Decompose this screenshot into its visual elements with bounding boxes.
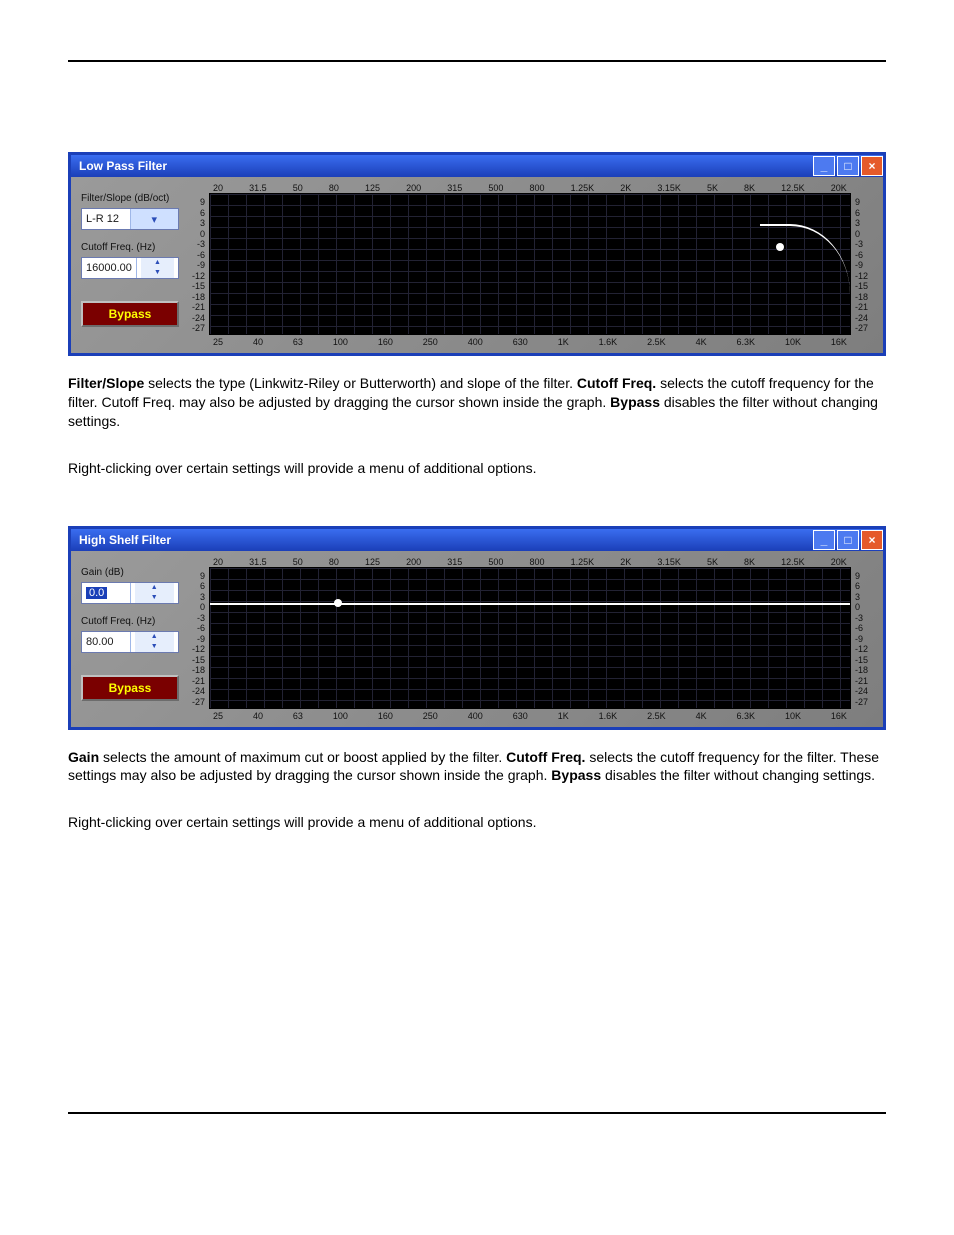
drag-cursor-icon[interactable]	[334, 599, 342, 607]
cutoff-value: 80.00	[82, 636, 130, 648]
low-pass-desc-1: Filter/Slope selects the type (Linkwitz-…	[68, 374, 886, 431]
cutoff-label: Cutoff Freq. (Hz)	[81, 616, 179, 627]
low-pass-graph: 9630-3-6-9-12-15-18-21-24-27 2031.550801…	[183, 183, 877, 347]
cutoff-label: Cutoff Freq. (Hz)	[81, 242, 179, 253]
y-axis-right: 9630-3-6-9-12-15-18-21-24-27	[855, 183, 877, 347]
close-icon[interactable]: ×	[861, 156, 883, 176]
spin-down-icon[interactable]: ▼	[135, 593, 175, 603]
bypass-button[interactable]: Bypass	[81, 301, 179, 327]
high-shelf-window: High Shelf Filter _ □ × Gain (dB) 0.0 ▲▼…	[68, 526, 886, 730]
gain-label: Gain (dB)	[81, 567, 179, 578]
low-pass-desc-2: Right-clicking over certain settings wil…	[68, 459, 886, 478]
high-shelf-controls: Gain (dB) 0.0 ▲▼ Cutoff Freq. (Hz) 80.00…	[77, 557, 183, 721]
chevron-down-icon[interactable]: ▾	[130, 209, 179, 229]
low-pass-controls: Filter/Slope (dB/oct) L-R 12 ▾ Cutoff Fr…	[77, 183, 183, 347]
filter-slope-value: L-R 12	[82, 213, 130, 225]
spin-down-icon[interactable]: ▼	[141, 268, 174, 278]
maximize-icon[interactable]: □	[837, 156, 859, 176]
filter-slope-combo[interactable]: L-R 12 ▾	[81, 208, 179, 230]
x-axis-bottom: 2540631001602504006301K1.6K2.5K4K6.3K10K…	[209, 337, 851, 347]
cutoff-value: 16000.00	[82, 262, 136, 274]
filter-curve	[210, 603, 850, 605]
spin-down-icon[interactable]: ▼	[135, 642, 175, 652]
gain-spinner[interactable]: 0.0 ▲▼	[81, 582, 179, 604]
y-axis-left: 9630-3-6-9-12-15-18-21-24-27	[183, 183, 205, 347]
window-title: Low Pass Filter	[79, 159, 167, 173]
spin-up-icon[interactable]: ▲	[141, 258, 174, 268]
close-icon[interactable]: ×	[861, 530, 883, 550]
filter-slope-label: Filter/Slope (dB/oct)	[81, 193, 179, 204]
plot-area[interactable]	[209, 567, 851, 709]
drag-cursor-icon[interactable]	[776, 243, 784, 251]
x-axis-top: 2031.550801252003155008001.25K2K3.15K5K8…	[209, 183, 851, 193]
high-shelf-desc-1: Gain selects the amount of maximum cut o…	[68, 748, 886, 786]
top-rule	[68, 60, 886, 62]
bottom-rule	[68, 1112, 886, 1114]
x-axis-top: 2031.550801252003155008001.25K2K3.15K5K8…	[209, 557, 851, 567]
low-pass-window: Low Pass Filter _ □ × Filter/Slope (dB/o…	[68, 152, 886, 356]
high-shelf-desc-2: Right-clicking over certain settings wil…	[68, 813, 886, 832]
window-title: High Shelf Filter	[79, 533, 171, 547]
plot-area[interactable]	[209, 193, 851, 335]
cutoff-spinner[interactable]: 80.00 ▲▼	[81, 631, 179, 653]
bypass-button[interactable]: Bypass	[81, 675, 179, 701]
spin-up-icon[interactable]: ▲	[135, 632, 175, 642]
minimize-icon[interactable]: _	[813, 530, 835, 550]
spin-up-icon[interactable]: ▲	[135, 583, 175, 593]
titlebar[interactable]: High Shelf Filter _ □ ×	[71, 529, 883, 551]
maximize-icon[interactable]: □	[837, 530, 859, 550]
filter-curve	[760, 224, 850, 306]
y-axis-right: 9630-3-6-9-12-15-18-21-24-27	[855, 557, 877, 721]
y-axis-left: 9630-3-6-9-12-15-18-21-24-27	[183, 557, 205, 721]
x-axis-bottom: 2540631001602504006301K1.6K2.5K4K6.3K10K…	[209, 711, 851, 721]
high-shelf-graph: 9630-3-6-9-12-15-18-21-24-27 2031.550801…	[183, 557, 877, 721]
titlebar[interactable]: Low Pass Filter _ □ ×	[71, 155, 883, 177]
minimize-icon[interactable]: _	[813, 156, 835, 176]
gain-value: 0.0	[86, 587, 107, 599]
cutoff-spinner[interactable]: 16000.00 ▲▼	[81, 257, 179, 279]
